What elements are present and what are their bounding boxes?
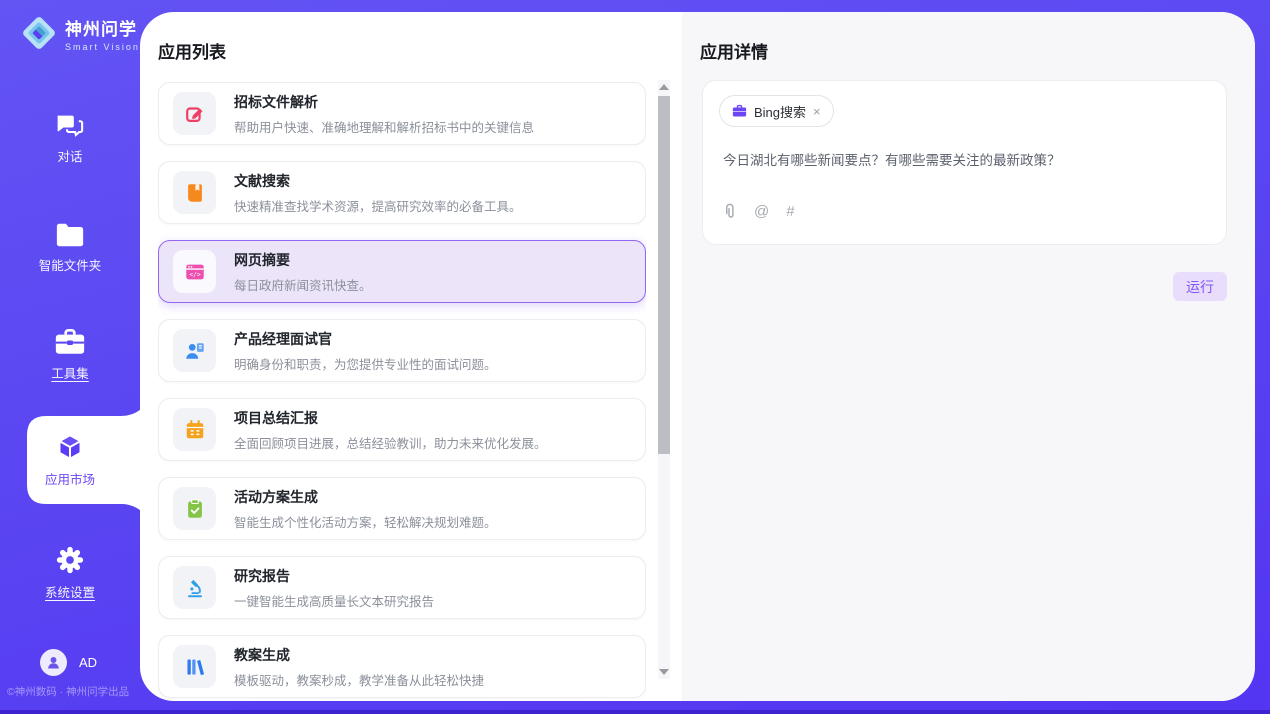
app-card-pm-interviewer[interactable]: 产品经理面试官 明确身份和职责，为您提供专业性的面试问题。 (158, 319, 646, 382)
app-card-list: 招标文件解析 帮助用户快速、准确地理解和解析招标书中的关键信息 文献搜索 快速精… (158, 82, 646, 701)
scroll-up-arrow-icon[interactable] (659, 84, 669, 90)
app-card-desc: 一键智能生成高质量长文本研究报告 (234, 591, 434, 610)
app-card-desc: 模板驱动，教案秒成，教学准备从此轻松快捷 (234, 670, 484, 689)
content-panel: 应用列表 招标文件解析 帮助用户快速、准确地理解和解析招标书中的关键信息 (140, 12, 1255, 701)
sidebar-item-app-market[interactable]: 应用市场 (0, 432, 140, 488)
tool-chip-bing-search[interactable]: Bing搜索 × (719, 95, 834, 127)
app-card-title: 项目总结汇报 (234, 408, 547, 428)
run-button[interactable]: 运行 (1173, 272, 1227, 301)
app-card-research-report[interactable]: 研究报告 一键智能生成高质量长文本研究报告 (158, 556, 646, 619)
gear-icon (55, 545, 85, 575)
microscope-icon (173, 566, 216, 609)
app-card-title: 产品经理面试官 (234, 329, 497, 349)
query-input[interactable]: 今日湖北有哪些新闻要点？有哪些需要关注的最新政策？ (723, 149, 1206, 169)
app-card-web-summary[interactable]: </> 网页摘要 每日政府新闻资讯快查。 (158, 240, 646, 303)
app-card-desc: 快速精准查找学术资源，提高研究效率的必备工具。 (234, 196, 522, 215)
app-card-lesson-plan[interactable]: 教案生成 模板驱动，教案秒成，教学准备从此轻松快捷 (158, 635, 646, 698)
sidebar-item-label: 工具集 (0, 363, 140, 382)
app-card-title: 教案生成 (234, 645, 484, 665)
app-card-desc: 每日政府新闻资讯快查。 (234, 275, 372, 294)
sidebar-item-smart-folder[interactable]: 智能文件夹 (0, 222, 140, 274)
app-card-desc: 智能生成个性化活动方案，轻松解决规划难题。 (234, 512, 497, 531)
scroll-down-arrow-icon[interactable] (659, 669, 669, 675)
app-card-desc: 明确身份和职责，为您提供专业性的面试问题。 (234, 354, 497, 373)
app-card-title: 网页摘要 (234, 250, 372, 270)
tool-chip-label: Bing搜索 (754, 102, 806, 121)
diamond-logo-icon (20, 14, 58, 52)
app-detail-title: 应用详情 (700, 38, 768, 63)
app-card-title: 招标文件解析 (234, 92, 534, 112)
scrollbar[interactable] (658, 80, 670, 679)
app-list-title: 应用列表 (158, 38, 226, 63)
sidebar-item-label: 应用市场 (0, 469, 140, 488)
paperclip-icon[interactable] (723, 203, 737, 220)
sidebar-item-label: 智能文件夹 (0, 255, 140, 274)
scrollbar-thumb[interactable] (658, 96, 670, 454)
book-icon (173, 171, 216, 214)
user-initials: AD (79, 655, 97, 670)
sidebar-item-settings[interactable]: 系统设置 (0, 545, 140, 601)
app-card-desc: 帮助用户快速、准确地理解和解析招标书中的关键信息 (234, 117, 534, 136)
at-mention-icon[interactable]: @ (754, 203, 769, 220)
brand-logo: 神州问学 Smart Vision (20, 14, 140, 52)
chat-icon (55, 112, 85, 139)
svg-text:</>: </> (189, 270, 201, 278)
books-icon (173, 645, 216, 688)
avatar (40, 649, 67, 676)
interviewer-icon (173, 329, 216, 372)
app-card-bid-analysis[interactable]: 招标文件解析 帮助用户快速、准确地理解和解析招标书中的关键信息 (158, 82, 646, 145)
sidebar-item-label: 对话 (0, 146, 140, 165)
briefcase-icon (732, 104, 747, 118)
sidebar: 神州问学 Smart Vision 对话 智能文件夹 工具集 (0, 0, 150, 714)
clipboard-check-icon (173, 487, 216, 530)
app-card-literature-search[interactable]: 文献搜索 快速精准查找学术资源，提高研究效率的必备工具。 (158, 161, 646, 224)
edit-document-icon (173, 92, 216, 135)
app-card-event-plan[interactable]: 活动方案生成 智能生成个性化活动方案，轻松解决规划难题。 (158, 477, 646, 540)
copyright-footer: ©神州数码 · 神州问学出品 (7, 684, 129, 699)
app-list-panel: 应用列表 招标文件解析 帮助用户快速、准确地理解和解析招标书中的关键信息 (140, 12, 682, 701)
app-detail-panel: 应用详情 Bing搜索 × 今日湖北有哪些新闻要点？有哪些需要关注的最新政策？ … (682, 12, 1255, 701)
calendar-icon (173, 408, 216, 451)
user-account[interactable]: AD (40, 649, 97, 676)
folder-icon (55, 222, 85, 248)
close-icon[interactable]: × (813, 105, 821, 118)
attachment-toolbar: @ # (723, 203, 795, 220)
sidebar-item-label: 系统设置 (0, 582, 140, 601)
app-card-title: 研究报告 (234, 566, 434, 586)
brand-subtitle: Smart Vision (65, 42, 140, 52)
toolbox-icon (54, 328, 86, 356)
sidebar-item-toolset[interactable]: 工具集 (0, 328, 140, 382)
prompt-input-card[interactable]: Bing搜索 × 今日湖北有哪些新闻要点？有哪些需要关注的最新政策？ @ # (702, 80, 1227, 245)
app-card-desc: 全面回顾项目进展，总结经验教训，助力未来优化发展。 (234, 433, 547, 452)
brand-name: 神州问学 (65, 15, 140, 40)
app-card-title: 文献搜索 (234, 171, 522, 191)
app-card-title: 活动方案生成 (234, 487, 497, 507)
sidebar-item-chat[interactable]: 对话 (0, 112, 140, 165)
bottom-edge-bar (0, 710, 1270, 714)
browser-code-icon: </> (173, 250, 216, 293)
hash-tag-icon[interactable]: # (786, 203, 794, 220)
person-icon (45, 654, 62, 671)
app-card-project-summary[interactable]: 项目总结汇报 全面回顾项目进展，总结经验教训，助力未来优化发展。 (158, 398, 646, 461)
cube-icon (54, 432, 86, 462)
